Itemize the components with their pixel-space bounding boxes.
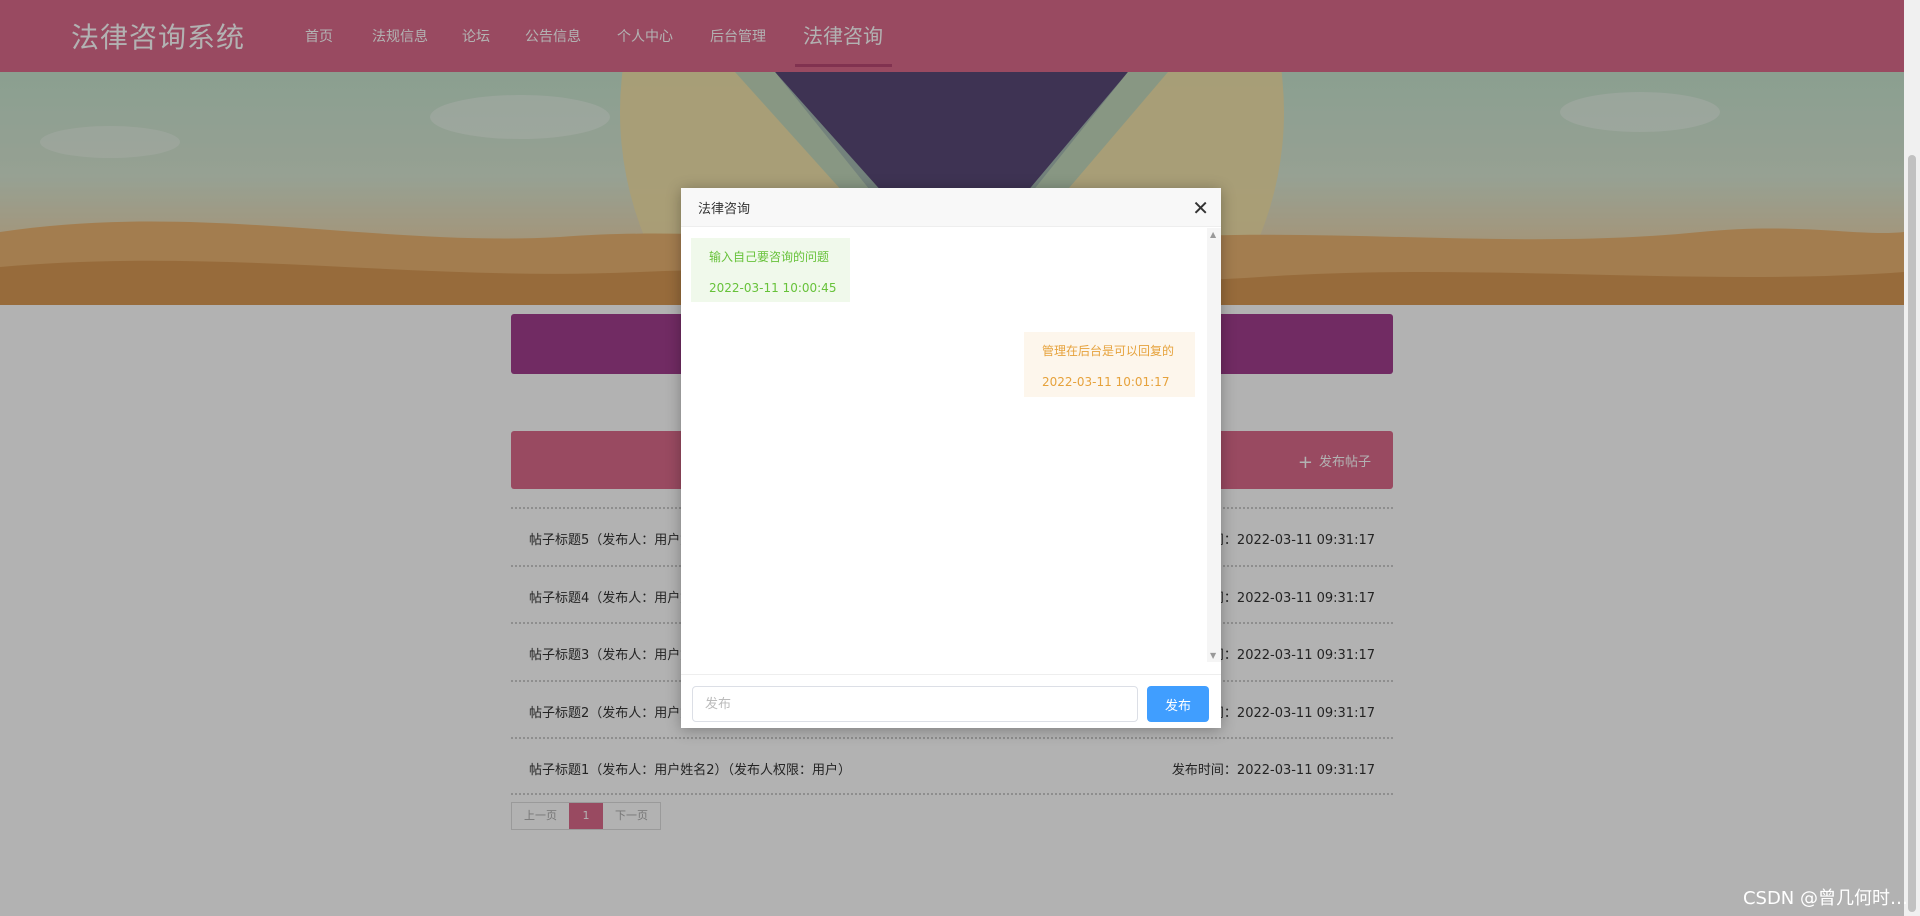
close-icon[interactable]: ✕ (1192, 196, 1209, 220)
message-text: 输入自己要咨询的问题 (709, 250, 830, 264)
scroll-down-icon[interactable]: ▼ (1210, 651, 1216, 660)
user-message-bubble: 输入自己要咨询的问题 2022-03-11 10:00:45 (691, 238, 850, 302)
send-button[interactable]: 发布 (1147, 686, 1209, 722)
chat-scrollbar[interactable]: ▲ ▼ (1207, 228, 1221, 662)
message-time: 2022-03-11 10:01:17 (1042, 375, 1170, 389)
consult-dialog: 法律咨询 ✕ 输入自己要咨询的问题 2022-03-11 10:00:45 管理… (681, 188, 1221, 728)
dialog-title: 法律咨询 (698, 202, 751, 217)
message-input[interactable] (692, 686, 1138, 722)
csdn-watermark: CSDN @曾几何时… (1742, 888, 1908, 909)
dialog-header: 法律咨询 ✕ (681, 188, 1221, 227)
admin-reply-bubble: 管理在后台是可以回复的 2022-03-11 10:01:17 (1024, 332, 1195, 397)
scroll-up-icon[interactable]: ▲ (1210, 230, 1216, 239)
message-time: 2022-03-11 10:00:45 (709, 281, 837, 295)
dialog-footer: 发布 (681, 674, 1221, 728)
page-scrollbar[interactable] (1904, 0, 1920, 916)
scrollbar-thumb[interactable] (1908, 155, 1916, 912)
message-text: 管理在后台是可以回复的 (1042, 344, 1175, 358)
chat-messages: 输入自己要咨询的问题 2022-03-11 10:00:45 管理在后台是可以回… (681, 228, 1221, 662)
